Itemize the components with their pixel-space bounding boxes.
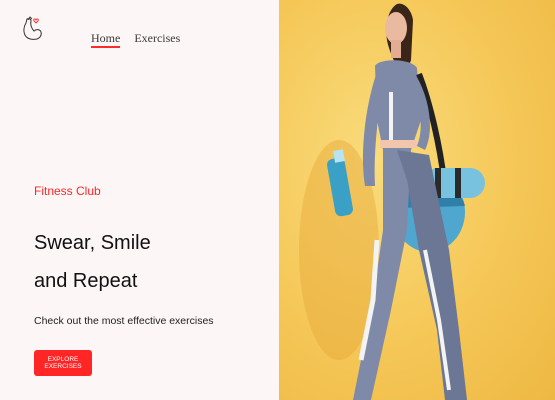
hero-tagline: Fitness Club <box>34 184 101 198</box>
left-panel: Home Exercises Fitness Club Swear, Smile… <box>0 0 279 400</box>
woman-with-gym-bag-photo <box>299 3 485 400</box>
explore-exercises-button[interactable]: EXPLORE EXERCISES <box>34 350 92 376</box>
nav-home-link[interactable]: Home <box>91 31 121 48</box>
headline-line-2: and Repeat <box>34 270 138 292</box>
hero-subtitle: Check out the most effective exercises <box>34 315 214 327</box>
hero-headline: Swear, Smile and Repeat <box>34 224 234 300</box>
nav-exercises-link[interactable]: Exercises <box>134 31 180 45</box>
main-nav: Home Exercises <box>91 31 180 48</box>
headline-line-1: Swear, Smile <box>34 232 151 254</box>
logo-icon[interactable] <box>20 14 46 44</box>
hero-banner-image <box>279 0 555 400</box>
